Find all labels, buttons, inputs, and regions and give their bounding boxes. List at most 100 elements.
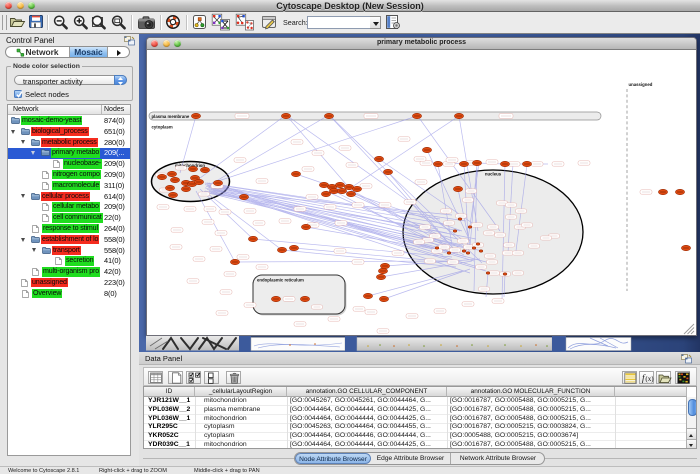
float-panel-icon[interactable]: [681, 354, 692, 364]
heatmap-icon[interactable]: [675, 371, 690, 384]
float-panel-icon[interactable]: [124, 36, 135, 46]
file-icon: [21, 279, 28, 287]
cell-molecular-function: [GO:0005488, GO:0005215, GO:0003674]: [450, 432, 614, 439]
new-attribute-icon[interactable]: [168, 371, 183, 384]
tree-row-biological-process[interactable]: biological_process651(0): [8, 126, 130, 137]
tree-row-nodecount: 41(0): [104, 256, 121, 265]
table-column-header[interactable]: annotation.GO CELLULAR_COMPONENT: [287, 387, 447, 397]
cell-molecular-function: [GO:0016787, GO:0005488, GO:0005215, G..…: [450, 415, 614, 422]
annotate-icon[interactable]: [261, 14, 278, 30]
network-canvas[interactable]: plasma membranecytoplasmnucleusmitochond…: [147, 50, 696, 335]
save-icon[interactable]: [28, 14, 44, 29]
search-options-icon[interactable]: [385, 14, 401, 30]
folder-icon: [21, 128, 30, 135]
search-dropdown-button[interactable]: [370, 16, 381, 29]
tree-row-label: mosaic-demo-yeast: [21, 116, 82, 125]
file-icon: [32, 268, 39, 276]
window-resize-grip[interactable]: [684, 324, 694, 334]
layout-partition-icon[interactable]: [235, 13, 255, 31]
table-column-header[interactable]: [615, 387, 687, 397]
tree-row-secretion[interactable]: secretion41(0): [8, 256, 130, 267]
tree-row-mosaic-demo-yeast[interactable]: mosaic-demo-yeast874(0): [8, 116, 130, 127]
tree-row-macromolecule[interactable]: macromolecule311(0): [8, 180, 130, 191]
tree-row-transport[interactable]: transport558(0): [8, 245, 130, 256]
table-column-header[interactable]: ID: [144, 387, 195, 397]
file-icon-svg: [42, 203, 49, 211]
tree-row-label: cell communicat: [52, 213, 103, 222]
tree-row-label: biological_process: [31, 127, 89, 136]
layout-copycat-icon[interactable]: [211, 13, 231, 31]
file-icon: [42, 203, 49, 211]
attribute-table[interactable]: ID_cellularLayoutRegionannotation.GO CEL…: [143, 386, 697, 449]
save-icon-svg: [28, 14, 44, 29]
tree-row-nucleobase-[interactable]: nucleobase-209(0): [8, 159, 130, 170]
cell-region: mitochondrion: [204, 397, 285, 404]
help-icon[interactable]: [165, 14, 181, 30]
zoom-fit-icon[interactable]: [110, 14, 128, 31]
tab-overflow-button[interactable]: [108, 47, 130, 57]
tree-row-metabolic-process[interactable]: metabolic process280(0): [8, 137, 130, 148]
expand-triangle-icon[interactable]: [11, 130, 15, 136]
tree-row-label: establishment of lo: [41, 235, 99, 244]
window-titlebar[interactable]: Cytoscape Desktop (New Session): [0, 0, 700, 12]
expand-triangle-icon[interactable]: [21, 238, 25, 244]
tree-row-response-to-stimul[interactable]: response to stimul264(0): [8, 224, 130, 235]
region-label-nucleus: nucleus: [485, 172, 502, 177]
tree-row-establishment-of-lo[interactable]: establishment of lo558(0): [8, 234, 130, 245]
zoom-out-icon[interactable]: [52, 14, 70, 31]
function-builder-icon[interactable]: f (x): [639, 371, 654, 384]
file-icon: [42, 182, 49, 190]
tab-network[interactable]: Network: [6, 47, 69, 57]
table-column-header[interactable]: annotation.GO MOLECULAR_FUNCTION: [447, 387, 615, 397]
zoom-selected-icon[interactable]: [90, 14, 108, 31]
tree-row-cellular-metabo[interactable]: cellular metabo209(0): [8, 202, 130, 213]
cell-molecular-function: [GO:0016787, GO:0005488, GO:0005215, G..…: [450, 441, 614, 448]
create-network-icon[interactable]: [192, 14, 207, 30]
tree-row-unassigned[interactable]: unassigned223(0): [8, 278, 130, 289]
tab-node-attribute-browser[interactable]: Node Attribute Browser: [295, 453, 371, 464]
tree-row-nitrogen-compo[interactable]: nitrogen compo209(0): [8, 170, 130, 181]
snapshot-icon[interactable]: [137, 14, 156, 31]
group-title: Node color selection: [11, 63, 82, 70]
zoom-in-icon[interactable]: [72, 14, 90, 31]
tree-row-nodecount: 209(...: [104, 148, 124, 157]
delete-attribute-icon[interactable]: [226, 371, 241, 384]
tree-row-nodecount: 223(0): [104, 278, 125, 287]
import-file-icon[interactable]: [656, 371, 671, 384]
tree-row-cellular-process[interactable]: cellular process614(0): [8, 191, 130, 202]
tree-row-primary-metabo[interactable]: primary metabo209(...: [8, 148, 130, 159]
expand-triangle-icon[interactable]: [31, 151, 35, 157]
tree-row-cell-communicat[interactable]: cell communicat22(0): [8, 213, 130, 224]
search-input[interactable]: [307, 16, 372, 29]
tab-mosaic[interactable]: Mosaic: [69, 47, 108, 57]
expand-triangle-icon[interactable]: [21, 194, 25, 200]
expand-triangle-icon[interactable]: [21, 140, 25, 146]
folder-icon-svg: [42, 247, 51, 254]
import-table-icon[interactable]: [622, 371, 637, 384]
tab-network-attribute-browser[interactable]: Network Attribute Browser: [451, 453, 545, 464]
table-row-YDR039C__1[interactable]: YDR039C__1 mitochondrion [GO:0044464, GO…: [144, 441, 687, 450]
table-scrollbar[interactable]: [686, 397, 696, 450]
tree-row-label: multi-organism pro: [42, 267, 100, 276]
color-attribute-select[interactable]: transporter activity: [14, 75, 127, 85]
search-label: Search:: [283, 18, 308, 27]
unselect-attributes-icon[interactable]: [204, 371, 219, 384]
select-nodes-checkbox[interactable]: [14, 90, 22, 98]
network-tree-header[interactable]: Network Nodes: [8, 105, 130, 115]
network-window-titlebar[interactable]: primary metabolic process: [147, 38, 696, 50]
table-column-header[interactable]: _cellularLayoutRegion: [195, 387, 287, 397]
select-attributes-icon[interactable]: [186, 371, 201, 384]
tree-row-nodecount: 209(0): [104, 159, 125, 168]
scroll-down-button[interactable]: [687, 439, 696, 450]
status-zoom-hint: Right-click + drag to ZOOM: [99, 468, 167, 474]
attribute-table-icon[interactable]: [148, 371, 163, 384]
expand-triangle-icon[interactable]: [32, 248, 36, 254]
tree-row-overview[interactable]: Overview8(0): [8, 288, 130, 299]
tab-edge-attribute-browser[interactable]: Edge Attribute Browser: [371, 453, 451, 464]
scroll-up-button[interactable]: [687, 428, 696, 439]
network-view-window[interactable]: primary metabolic process plasma membran…: [146, 37, 697, 336]
scrollbar-thumb[interactable]: [688, 399, 697, 416]
file-icon-svg: [21, 279, 28, 287]
open-folder-icon[interactable]: [9, 14, 26, 29]
tree-row-multi-organism-pro[interactable]: multi-organism pro42(0): [8, 267, 130, 278]
